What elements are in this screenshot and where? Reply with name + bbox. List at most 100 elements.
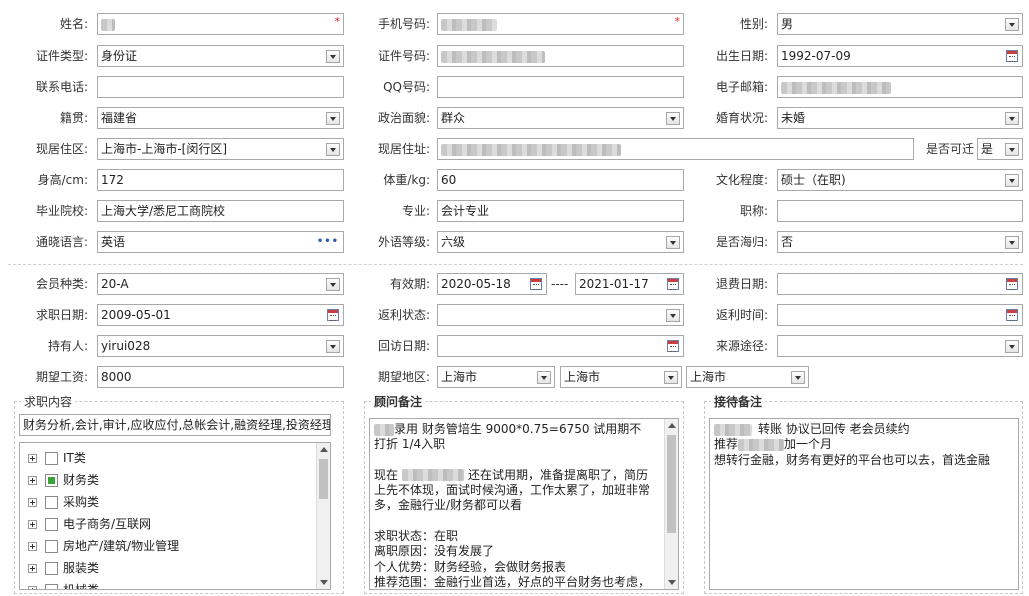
tree-item[interactable]: 电子商务/互联网 [28, 513, 151, 535]
tree-item[interactable]: 房地产/建筑/物业管理 [28, 535, 179, 557]
tree-item[interactable]: 机械类 [28, 579, 99, 589]
tree-checkbox[interactable] [45, 474, 58, 487]
phone-field[interactable]: * [437, 13, 684, 35]
scroll-thumb[interactable] [667, 435, 676, 533]
chevron-down-icon[interactable] [666, 112, 680, 125]
tree-checkbox[interactable] [45, 452, 58, 465]
holder-select[interactable]: yirui028 [97, 335, 344, 357]
source-select[interactable] [777, 335, 1023, 357]
chevron-down-icon[interactable] [326, 112, 340, 125]
birth-date-field[interactable]: 1992-07-09 [777, 45, 1023, 67]
major-label: 专业: [401, 204, 430, 218]
lang-picker[interactable]: 英语 ••• [97, 231, 344, 253]
salary-field[interactable]: 8000 [97, 366, 344, 388]
area-select-1[interactable]: 上海市 [437, 366, 555, 388]
expand-plus-icon[interactable] [28, 454, 37, 463]
idno-field[interactable] [437, 45, 684, 67]
contact-phone-field[interactable] [97, 76, 344, 98]
job-category-tree[interactable]: IT类 财务类 采购类 电子商务/互联网 房地产/建筑/物业管理 服装类 机械类 [19, 442, 331, 590]
tree-checkbox[interactable] [45, 496, 58, 509]
scroll-up-icon[interactable] [320, 447, 328, 452]
school-field[interactable]: 上海大学/悉尼工商院校 [97, 200, 344, 222]
calendar-icon[interactable] [1006, 309, 1018, 321]
refund-date-field[interactable] [777, 273, 1023, 295]
address-field[interactable] [437, 138, 914, 160]
chevron-down-icon[interactable] [326, 50, 340, 63]
idtype-select[interactable]: 身份证 [97, 45, 344, 67]
expand-plus-icon[interactable] [28, 476, 37, 485]
holder-value: yirui028 [101, 339, 151, 353]
overseas-select[interactable]: 否 [777, 231, 1023, 253]
height-field[interactable]: 172 [97, 169, 344, 191]
edu-select[interactable]: 硕士（在职) [777, 169, 1023, 191]
gender-select[interactable]: 男 [777, 13, 1023, 35]
chevron-down-icon[interactable] [666, 309, 680, 322]
politics-select[interactable]: 群众 [437, 107, 684, 129]
tree-item[interactable]: 财务类 [28, 469, 99, 491]
advisor-notes-textarea[interactable]: 录用 财务管培生 9000*0.75=6750 试用期不 打折 1/4入职 现在… [369, 418, 679, 590]
visit-date-field[interactable] [437, 335, 684, 357]
chevron-down-icon[interactable] [1005, 18, 1019, 31]
calendar-icon[interactable] [667, 278, 679, 290]
calendar-icon[interactable] [327, 309, 339, 321]
calendar-icon[interactable] [1006, 50, 1018, 62]
rebate-select[interactable] [437, 304, 684, 326]
title-field[interactable] [777, 200, 1023, 222]
chevron-down-icon[interactable] [791, 371, 805, 384]
tree-checkbox[interactable] [45, 518, 58, 531]
calendar-icon[interactable] [530, 278, 542, 290]
origin-select[interactable]: 福建省 [97, 107, 344, 129]
member-select[interactable]: 20-A [97, 273, 344, 295]
tree-checkbox[interactable] [45, 584, 58, 589]
tree-item[interactable]: 采购类 [28, 491, 99, 513]
expand-plus-icon[interactable] [28, 542, 37, 551]
chevron-down-icon[interactable] [1005, 340, 1019, 353]
tree-checkbox[interactable] [45, 540, 58, 553]
advisor-scrollbar[interactable] [664, 419, 678, 589]
scroll-down-icon[interactable] [320, 580, 328, 585]
langlevel-select[interactable]: 六级 [437, 231, 684, 253]
chevron-down-icon[interactable] [664, 371, 678, 384]
expand-plus-icon[interactable] [28, 586, 37, 589]
calendar-icon[interactable] [667, 340, 679, 352]
chevron-down-icon[interactable] [326, 340, 340, 353]
expand-plus-icon[interactable] [28, 498, 37, 507]
chevron-down-icon[interactable] [1005, 236, 1019, 249]
chevron-down-icon[interactable] [666, 236, 680, 249]
qq-field[interactable] [437, 76, 684, 98]
area-select-3[interactable]: 上海市 [686, 366, 809, 388]
jobdate-field[interactable]: 2009-05-01 [97, 304, 344, 326]
email-field[interactable] [777, 76, 1023, 98]
valid-from-field[interactable]: 2020-05-18 [437, 273, 547, 295]
chevron-down-icon[interactable] [1005, 112, 1019, 125]
chevron-down-icon[interactable] [326, 278, 340, 291]
area-select-2[interactable]: 上海市 [560, 366, 682, 388]
job-summary-field[interactable]: 财务分析,会计,审计,应收应付,总帐会计,融资经理,投资经理 [19, 414, 331, 436]
expand-plus-icon[interactable] [28, 564, 37, 573]
scroll-down-icon[interactable] [668, 580, 676, 585]
expand-plus-icon[interactable] [28, 520, 37, 529]
more-dots-icon[interactable]: ••• [317, 237, 339, 247]
scroll-thumb[interactable] [319, 459, 328, 499]
region-select[interactable]: 上海市-上海市-[闵行区] [97, 138, 344, 160]
chevron-down-icon[interactable] [1005, 143, 1019, 156]
relocate-select[interactable]: 是 [977, 138, 1023, 160]
rebatetime-field[interactable] [777, 304, 1023, 326]
major-field[interactable]: 会计专业 [437, 200, 684, 222]
tree-scrollbar[interactable] [316, 443, 330, 589]
note-line: 打折 1/4入职 [374, 437, 446, 452]
scroll-up-icon[interactable] [668, 423, 676, 428]
calendar-icon[interactable] [1006, 278, 1018, 290]
chevron-down-icon[interactable] [1005, 174, 1019, 187]
tree-checkbox[interactable] [45, 562, 58, 575]
reception-notes-textarea[interactable]: 转账 协议已回传 老会员续约 推荐 加一个月 想转行金融，财务有更好的平台也可以去… [709, 418, 1019, 590]
valid-to-field[interactable]: 2021-01-17 [575, 273, 684, 295]
tree-item[interactable]: 服装类 [28, 557, 99, 579]
marital-select[interactable]: 未婚 [777, 107, 1023, 129]
chevron-down-icon[interactable] [326, 143, 340, 156]
chevron-down-icon[interactable] [537, 371, 551, 384]
redacted-text [441, 50, 545, 63]
weight-field[interactable]: 60 [437, 169, 684, 191]
name-field[interactable]: * [97, 13, 344, 35]
tree-item[interactable]: IT类 [28, 447, 86, 469]
